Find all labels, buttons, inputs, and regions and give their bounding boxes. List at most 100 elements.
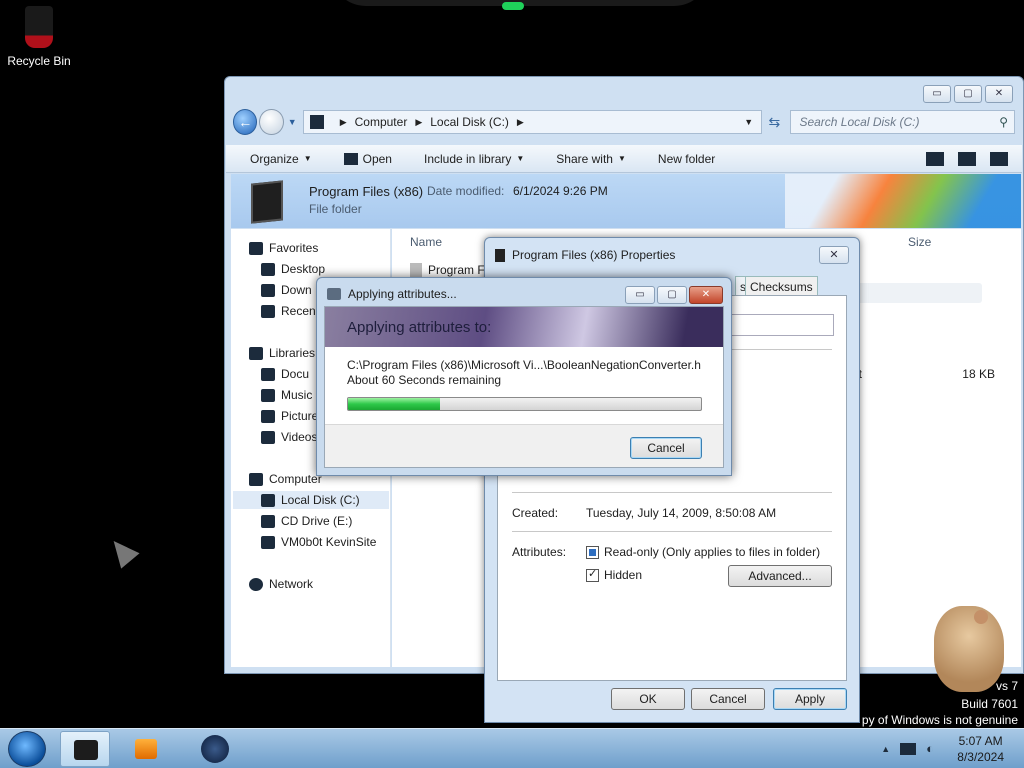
folder-icon: [495, 248, 505, 262]
pictures-icon: [261, 409, 275, 423]
clock-date: 8/3/2024: [957, 750, 1004, 764]
help-icon[interactable]: [990, 151, 1008, 166]
open-button[interactable]: Open: [343, 152, 392, 166]
close-button[interactable]: ✕: [985, 85, 1013, 103]
taskbar-globe[interactable]: [188, 731, 238, 767]
start-button[interactable]: [8, 731, 46, 767]
back-button[interactable]: ←: [233, 109, 258, 135]
nav-network[interactable]: Network: [249, 575, 313, 593]
windows-logo-background: [785, 174, 1021, 228]
nav-cd-drive[interactable]: CD Drive (E:): [261, 512, 352, 530]
taskbar-media-player[interactable]: [122, 731, 172, 767]
chevron-down-icon: ▼: [516, 154, 525, 163]
recent-places-icon: [261, 304, 275, 318]
chevron-down-icon: ▼: [303, 154, 312, 163]
forward-button[interactable]: [259, 109, 284, 135]
chevron-right-icon[interactable]: ▶: [340, 117, 347, 128]
details-date-label: Date modified:: [427, 184, 505, 198]
folder-name-field[interactable]: [728, 314, 834, 336]
nav-libraries[interactable]: Libraries: [249, 344, 315, 362]
applying-banner: Applying attributes to:: [325, 307, 723, 347]
search-icon[interactable]: ⚲: [999, 115, 1008, 129]
nav-documents[interactable]: Docu: [261, 365, 309, 383]
action-center-icon[interactable]: [900, 742, 917, 755]
music-icon: [261, 388, 275, 402]
views-icon[interactable]: [926, 151, 944, 166]
attributes-label: Attributes:: [512, 545, 567, 559]
minimize-button[interactable]: ▭: [923, 85, 951, 103]
taskbar-explorer[interactable]: [60, 731, 110, 767]
nav-favorites[interactable]: Favorites: [249, 239, 318, 257]
open-icon: [343, 152, 358, 165]
maximize-button[interactable]: ▢: [657, 286, 687, 304]
nav-label: Favorites: [269, 241, 319, 255]
include-in-library-button[interactable]: Include in library ▼: [424, 152, 524, 166]
organize-button[interactable]: Organize ▼: [250, 152, 312, 166]
maximize-button[interactable]: ▢: [954, 85, 982, 103]
network-icon: [249, 577, 263, 591]
breadcrumb-computer[interactable]: Computer: [355, 115, 408, 129]
recycle-bin-label: Recycle Bin: [7, 54, 71, 68]
explorer-icon: [74, 740, 98, 760]
taskbar: ▲ ◐ 5:07 AM 8/3/2024: [0, 728, 1024, 768]
volume-icon[interactable]: ◐: [926, 741, 934, 756]
nav-downloads[interactable]: Down: [261, 281, 312, 299]
navigation-bar: ← ▼ ▶ Computer ▶ Local Disk (C:) ▶ ▼ ⇆ S…: [233, 107, 1015, 137]
tray-expand-icon[interactable]: ▲: [881, 744, 890, 754]
recent-pages-dropdown[interactable]: ▼: [288, 117, 297, 127]
cancel-button[interactable]: Cancel: [630, 437, 702, 459]
advanced-button[interactable]: Advanced...: [728, 565, 832, 587]
applying-title: Applying attributes...: [348, 287, 457, 301]
chevron-right-icon[interactable]: ▶: [415, 117, 422, 128]
desktop-icon-recycle-bin[interactable]: Recycle Bin: [4, 6, 74, 68]
column-header-size[interactable]: Size: [908, 235, 931, 249]
watermark-line: vs 7: [995, 679, 1018, 693]
refresh-icon[interactable]: ⇆: [762, 114, 786, 131]
nav-local-disk[interactable]: Local Disk (C:): [233, 491, 389, 509]
organize-label: Organize: [250, 151, 299, 166]
downloads-icon: [261, 283, 275, 297]
nav-pictures[interactable]: Picture: [261, 407, 318, 425]
breadcrumb-local-disk[interactable]: Local Disk (C:): [430, 115, 509, 129]
library-icon: [249, 346, 263, 360]
address-bar[interactable]: ▶ Computer ▶ Local Disk (C:) ▶ ▼: [302, 110, 763, 134]
applying-banner-text: Applying attributes to:: [347, 319, 492, 336]
desktop-icon: [261, 262, 275, 276]
media-player-icon: [135, 739, 157, 759]
nav-computer[interactable]: Computer: [249, 470, 322, 488]
nav-label: Local Disk (C:): [281, 493, 360, 507]
nav-music[interactable]: Music: [261, 386, 312, 404]
readonly-label: Read-only (Only applies to files in fold…: [604, 545, 821, 559]
close-button[interactable]: ✕: [689, 286, 723, 304]
search-input[interactable]: Search Local Disk (C:) ⚲: [790, 110, 1015, 134]
file-row[interactable]: Program F: [410, 263, 485, 277]
close-button[interactable]: ✕: [819, 246, 849, 264]
hidden-checkbox[interactable]: Hidden: [586, 567, 642, 582]
computer-icon: [309, 115, 324, 129]
ok-button[interactable]: OK: [611, 688, 685, 710]
hard-drive-icon: [261, 493, 275, 507]
new-folder-button[interactable]: New folder: [658, 152, 715, 166]
column-header-name[interactable]: Name: [410, 235, 442, 249]
nav-desktop[interactable]: Desktop: [261, 260, 325, 278]
file-row-name: Program F: [428, 263, 485, 277]
nav-recent[interactable]: Recen: [261, 302, 316, 320]
apply-button[interactable]: Apply: [773, 688, 847, 710]
cancel-button[interactable]: Cancel: [691, 688, 765, 710]
tab-checksums[interactable]: Checksums: [745, 276, 818, 296]
share-with-button[interactable]: Share with ▼: [556, 152, 626, 166]
address-dropdown-icon[interactable]: ▼: [744, 117, 761, 127]
minimize-button[interactable]: ▭: [625, 286, 655, 304]
clock[interactable]: 5:07 AM 8/3/2024: [957, 733, 1004, 765]
readonly-checkbox[interactable]: Read-only (Only applies to files in fold…: [586, 545, 820, 559]
chevron-down-icon: ▼: [617, 154, 626, 163]
preview-pane-icon[interactable]: [958, 151, 976, 166]
current-file-path: C:\Program Files (x86)\Microsoft Vi...\B…: [347, 358, 701, 372]
tab-label: Checksums: [750, 280, 813, 294]
new-folder-label: New folder: [657, 151, 716, 166]
chevron-right-icon[interactable]: ▶: [517, 117, 524, 128]
include-in-library-label: Include in library: [423, 151, 512, 166]
hamster-gadget[interactable]: [934, 606, 1004, 692]
nav-videos[interactable]: Videos: [261, 428, 317, 446]
nav-network-drive[interactable]: VM0b0t KevinSite: [261, 533, 376, 551]
